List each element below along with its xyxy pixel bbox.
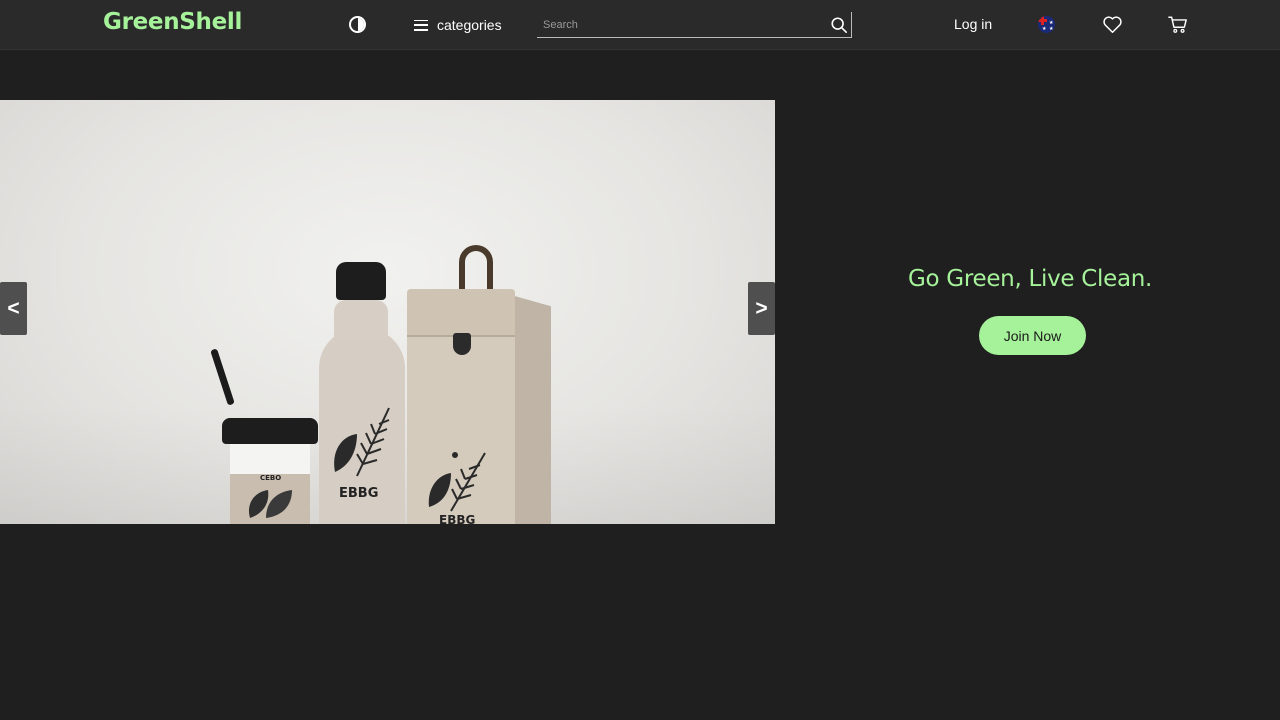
carousel-prev-button[interactable]: <	[0, 282, 27, 335]
search-bar	[537, 12, 852, 38]
site-logo[interactable]: GreenShell	[103, 9, 242, 35]
categories-menu-button[interactable]: categories	[414, 14, 502, 36]
bag-product-label: EBBG	[439, 513, 476, 524]
search-input[interactable]	[543, 15, 813, 35]
heart-icon[interactable]	[1102, 15, 1123, 34]
carousel-next-button[interactable]: >	[748, 282, 775, 335]
coffee-cup-illustration: CEBO	[222, 418, 318, 524]
fern-icon	[334, 407, 390, 477]
bottle-product-label: EBBG	[339, 486, 379, 501]
hero-carousel: CEBO EBBG EBBG	[0, 100, 775, 524]
fern-icon	[428, 452, 486, 512]
login-link[interactable]: Log in	[954, 16, 992, 32]
leaf-icon	[248, 490, 292, 518]
australia-flag-icon[interactable]: ★ ★ ★	[1038, 16, 1055, 33]
hamburger-menu-icon	[414, 19, 428, 31]
water-bottle-illustration: EBBG	[319, 262, 405, 524]
cart-icon[interactable]	[1168, 15, 1188, 34]
paper-bag-illustration: EBBG	[407, 245, 551, 524]
search-icon[interactable]	[830, 16, 848, 34]
straw-illustration	[210, 348, 235, 406]
categories-label: categories	[437, 17, 502, 33]
hero-tagline: Go Green, Live Clean.	[908, 266, 1153, 292]
contrast-icon[interactable]	[349, 16, 366, 33]
join-now-button[interactable]: Join Now	[979, 316, 1086, 355]
top-navigation-bar: GreenShell categories Log in ★ ★ ★	[0, 0, 1280, 50]
